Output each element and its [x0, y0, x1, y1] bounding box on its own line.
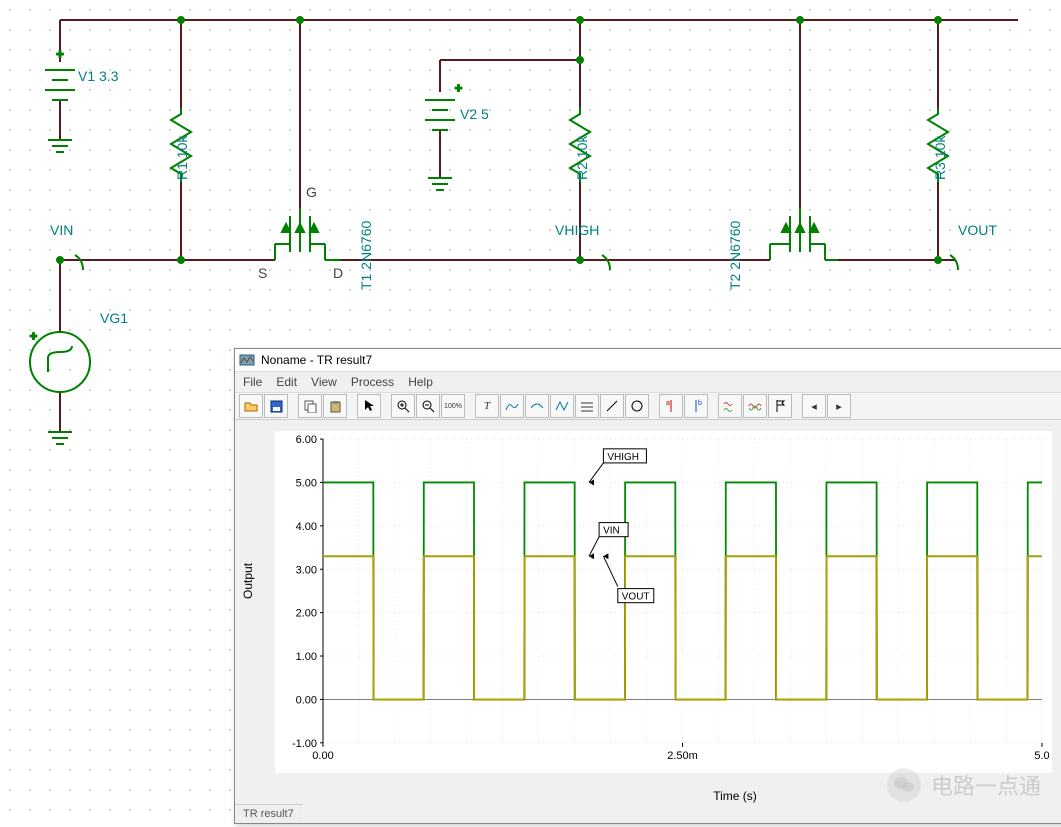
- svg-text:5.00: 5.00: [296, 477, 317, 489]
- svg-text:VIN: VIN: [603, 526, 620, 537]
- svg-text:b: b: [698, 400, 702, 407]
- plot-y-axis-label: Output: [241, 563, 255, 599]
- gate-pin-label: G: [306, 184, 317, 200]
- menu-edit[interactable]: Edit: [276, 375, 297, 389]
- zoom-fit-icon[interactable]: 100%: [441, 394, 465, 418]
- svg-text:3.00: 3.00: [296, 564, 317, 576]
- next-icon[interactable]: ▸: [827, 394, 851, 418]
- svg-text:0.00: 0.00: [312, 750, 333, 762]
- copy-icon[interactable]: [298, 394, 322, 418]
- save-icon[interactable]: [264, 394, 288, 418]
- pointer-icon[interactable]: [357, 394, 381, 418]
- result-window[interactable]: Noname - TR result7 File Edit View Proce…: [234, 348, 1061, 824]
- v1-label: V1 3.3: [78, 68, 118, 84]
- curve-tool-c-icon[interactable]: [550, 394, 574, 418]
- window-title: Noname - TR result7: [261, 353, 372, 367]
- zoom-in-icon[interactable]: [391, 394, 415, 418]
- svg-text:6.00: 6.00: [296, 434, 317, 446]
- svg-text:4.00: 4.00: [296, 521, 317, 533]
- toolbar: 100% T a b ◂ ▸: [235, 393, 1061, 420]
- svg-text:2.50m: 2.50m: [667, 750, 698, 762]
- r1-label: R1 10k: [174, 136, 190, 180]
- vout-label: VOUT: [958, 222, 997, 238]
- svg-text:a: a: [666, 400, 670, 407]
- menu-process[interactable]: Process: [351, 375, 394, 389]
- curve-tool-a-icon[interactable]: [500, 394, 524, 418]
- window-titlebar[interactable]: Noname - TR result7: [235, 349, 1061, 372]
- svg-text:VHIGH: VHIGH: [607, 452, 639, 463]
- t2-label: T2 2N6760: [727, 221, 743, 290]
- r3-label: R3 10k: [932, 136, 948, 180]
- menu-help[interactable]: Help: [408, 375, 433, 389]
- status-tab[interactable]: TR result7: [235, 804, 302, 823]
- v2-label: V2 5: [460, 106, 489, 122]
- cursor-b-icon[interactable]: b: [684, 394, 708, 418]
- paste-icon[interactable]: [323, 394, 347, 418]
- vin-label: VIN: [50, 222, 73, 238]
- plot-x-axis-label: Time (s): [635, 789, 835, 803]
- lines-icon[interactable]: [575, 394, 599, 418]
- plot-area[interactable]: -1.000.001.002.003.004.005.006.000.002.5…: [275, 431, 1052, 773]
- wave-split-icon[interactable]: [718, 394, 742, 418]
- curve-tool-b-icon[interactable]: [525, 394, 549, 418]
- menubar: File Edit View Process Help: [235, 372, 1061, 393]
- drain-pin-label: D: [333, 265, 343, 281]
- circle-tool-icon[interactable]: [625, 394, 649, 418]
- text-tool-icon[interactable]: T: [475, 394, 499, 418]
- zoom-out-icon[interactable]: [416, 394, 440, 418]
- svg-text:VOUT: VOUT: [622, 592, 650, 603]
- svg-text:0.00: 0.00: [296, 694, 317, 706]
- open-icon[interactable]: [239, 394, 263, 418]
- svg-text:+: +: [455, 81, 462, 95]
- menu-file[interactable]: File: [243, 375, 262, 389]
- prev-icon[interactable]: ◂: [802, 394, 826, 418]
- svg-text:2.00: 2.00: [296, 608, 317, 620]
- source-pin-label: S: [258, 265, 267, 281]
- svg-text:1.00: 1.00: [296, 651, 317, 663]
- svg-text:5.0: 5.0: [1034, 750, 1049, 762]
- vg1-label: VG1: [100, 310, 128, 326]
- r2-label: R2 10k: [574, 136, 590, 180]
- flag-icon[interactable]: [768, 394, 792, 418]
- t1-label: T1 2N6760: [358, 221, 374, 290]
- cursor-a-icon[interactable]: a: [659, 394, 683, 418]
- svg-text:-1.00: -1.00: [292, 738, 317, 750]
- wave-merge-icon[interactable]: [743, 394, 767, 418]
- app-icon: [239, 352, 255, 368]
- menu-view[interactable]: View: [311, 375, 337, 389]
- svg-text:+: +: [30, 329, 37, 343]
- line-tool-icon[interactable]: [600, 394, 624, 418]
- svg-text:+: +: [56, 47, 63, 61]
- vhigh-label: VHIGH: [555, 222, 599, 238]
